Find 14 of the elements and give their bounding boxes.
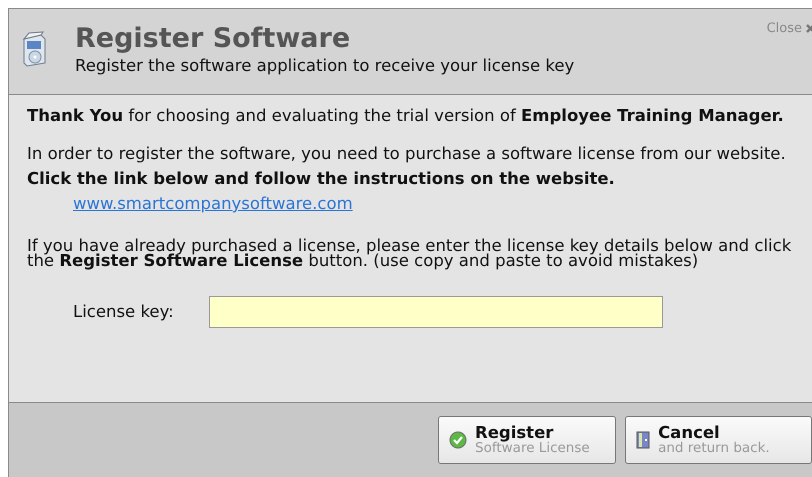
- register-button[interactable]: Register Software License: [438, 416, 616, 464]
- thank-you-text: Thank You for choosing and evaluating the trial version of Employee Training Manager.: [27, 106, 785, 126]
- instruction-text: Click the link below and follow the instructions on the website.: [27, 169, 616, 189]
- check-icon: [449, 431, 467, 449]
- window-title: Register Software: [75, 24, 352, 54]
- license-instructions: If you have already purchased a license, please enter the license key details below and click the Register Software License button. (use copy and paste to avoid mistakes): [27, 238, 792, 268]
- license-key-field[interactable]: [209, 296, 663, 328]
- software-box-icon: [21, 31, 47, 67]
- window-subtitle: Register the software application to receive your license key: [75, 56, 574, 75]
- door-icon: [636, 431, 650, 449]
- license-key-label: License key:: [73, 302, 175, 322]
- cancel-button[interactable]: Cancel and return back.: [625, 416, 812, 464]
- website-link[interactable]: www.smartcompanysoftware.com: [73, 194, 353, 214]
- purchase-text: In order to register the software, you need to purchase a software license from our website.: [27, 144, 787, 164]
